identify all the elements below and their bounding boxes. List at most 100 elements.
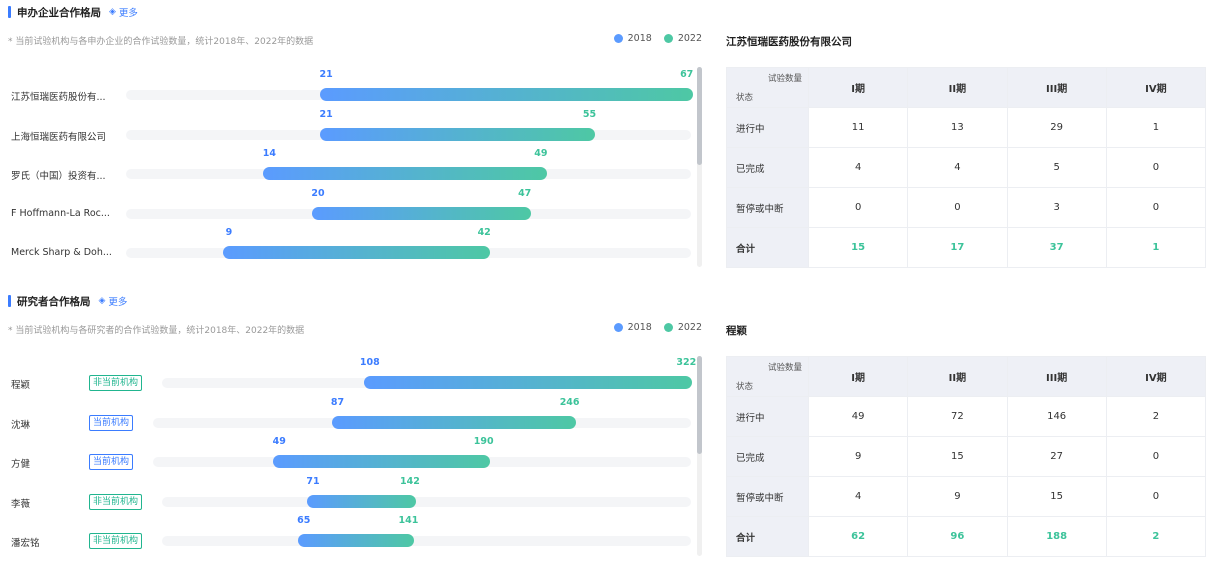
table-cell[interactable]: 13 [907,107,1008,148]
table-cell[interactable]: 29 [1006,107,1107,148]
table-row: 已完成 9 15 27 0 [726,436,1207,477]
value-label-2022: 190 [473,436,494,447]
total-cell[interactable]: 37 [1006,227,1107,268]
institution-tag: 非当前机构 [89,375,143,391]
total-cell[interactable]: 1 [1105,227,1207,268]
table-cell[interactable]: 15 [907,436,1008,477]
table-cell[interactable]: 0 [807,187,909,228]
phase-column-header: IV期 [1105,356,1207,397]
phase-column-header: IV期 [1105,67,1207,108]
range-bar[interactable] [320,127,596,141]
range-bar[interactable] [331,415,576,429]
range-bar[interactable] [320,88,693,101]
range-bar[interactable] [306,494,416,508]
phase-column-header: II期 [907,356,1008,397]
total-cell[interactable]: 96 [907,516,1008,557]
scrollbar-thumb[interactable] [697,356,702,454]
table-row: 进行中 49 72 146 2 [726,396,1207,437]
range-bar[interactable] [222,246,491,259]
table-cell[interactable]: 15 [1006,476,1107,517]
corner-bottom-label: 状态 [736,93,754,103]
total-cell[interactable]: 62 [807,516,909,557]
phase-column-header: I期 [807,356,909,397]
row-label: 李薇 [11,498,31,510]
value-label-2018: 21 [319,69,333,80]
value-label-2018: 9 [225,227,233,238]
table-corner-header: 试验数量 状态 [726,356,809,397]
chart-scrollbar[interactable] [697,356,702,556]
total-cell[interactable]: 188 [1006,516,1107,557]
table-cell[interactable]: 5 [1006,147,1107,188]
range-bar[interactable] [273,455,490,468]
value-label-2018: 49 [272,436,286,447]
bar-track [162,536,691,546]
table-row: 已完成 4 4 5 0 [726,147,1207,188]
table-cell[interactable]: 0 [907,187,1008,228]
table-cell[interactable]: 27 [1006,436,1107,477]
total-cell[interactable]: 17 [907,227,1008,268]
table-cell[interactable]: 11 [807,107,909,148]
table-corner-header: 试验数量 状态 [726,67,809,108]
table-cell[interactable]: 0 [1105,147,1207,188]
status-label: 进行中 [726,107,809,148]
institution-tag: 非当前机构 [89,533,143,549]
phase-column-header: III期 [1006,67,1107,108]
table-cell[interactable]: 4 [807,476,909,517]
chart-scrollbar[interactable] [697,67,702,267]
table-cell[interactable]: 0 [1105,476,1207,517]
table-cell[interactable]: 72 [907,396,1008,437]
row-label: Merck Sharp & Doh... [11,247,112,258]
value-label-2022: 141 [398,515,419,526]
status-label: 已完成 [726,436,809,477]
table-cell[interactable]: 9 [907,476,1008,517]
value-label-2018: 71 [306,475,320,487]
bar-track [162,496,691,507]
table-title: 程颖 [726,325,747,337]
sponsor-cooperation-section: 申办企业合作格局 ◈ 更多 * 当前试验机构与各申办企业的合作试验数量，统计20… [0,0,1210,280]
value-label-2022: 42 [477,227,491,238]
status-label: 暂停或中断 [726,476,809,517]
range-bar[interactable] [312,206,531,220]
investigator-cooperation-section: 研究者合作格局 ◈ 更多 * 当前试验机构与各研究者的合作试验数量，统计2018… [0,290,1210,563]
value-label-2022: 47 [518,187,532,199]
value-label-2022: 142 [400,475,420,487]
table-cell[interactable]: 1 [1105,107,1207,148]
value-label-2022: 67 [680,69,694,80]
institution-tag: 当前机构 [89,454,134,470]
table-row: 暂停或中断 0 0 3 0 [726,187,1207,228]
phase-column-header: II期 [907,67,1008,108]
table-cell[interactable]: 49 [807,396,909,437]
range-bar[interactable] [297,534,415,547]
phase-column-header: III期 [1006,356,1107,397]
range-bar[interactable] [263,167,547,180]
status-label: 已完成 [726,147,809,188]
table-cell[interactable]: 4 [907,147,1008,188]
table-cell[interactable]: 2 [1105,396,1207,437]
row-label: 方健 [11,459,31,470]
table-cell[interactable]: 4 [807,147,909,188]
table-cell[interactable]: 0 [1105,436,1207,477]
value-label-2018: 87 [330,396,345,408]
table-title: 江苏恒瑞医药股份有限公司 [726,36,852,48]
total-label: 合计 [726,227,809,268]
corner-bottom-label: 状态 [736,382,754,392]
range-bar[interactable] [363,376,693,389]
total-cell[interactable]: 15 [807,227,909,268]
total-label: 合计 [726,516,809,557]
table-cell[interactable]: 146 [1006,396,1107,437]
institution-tag: 非当前机构 [89,493,143,510]
total-cell[interactable]: 2 [1105,516,1207,557]
value-label-2018: 20 [311,187,325,199]
row-label: 罗氏（中国）投资有... [11,171,106,182]
phase-status-table: 试验数量 状态 I期 II期 III期 IV期 进行中 11 13 29 1 已完成 4 4 5 0 暂停或中断… [726,67,1207,268]
table-cell[interactable]: 3 [1006,187,1107,228]
row-label: F Hoffmann-La Roc... [11,207,110,219]
table-cell[interactable]: 9 [807,436,909,477]
institution-tag: 当前机构 [89,414,134,431]
value-label-2018: 65 [297,515,311,526]
phase-status-table: 试验数量 状态 I期 II期 III期 IV期 进行中 49 72 146 2 已完成 9 15 27 0 暂停… [726,356,1207,557]
value-label-2022: 55 [582,108,597,120]
table-cell[interactable]: 0 [1105,187,1207,228]
status-label: 暂停或中断 [726,187,809,228]
scrollbar-thumb[interactable] [697,67,702,165]
